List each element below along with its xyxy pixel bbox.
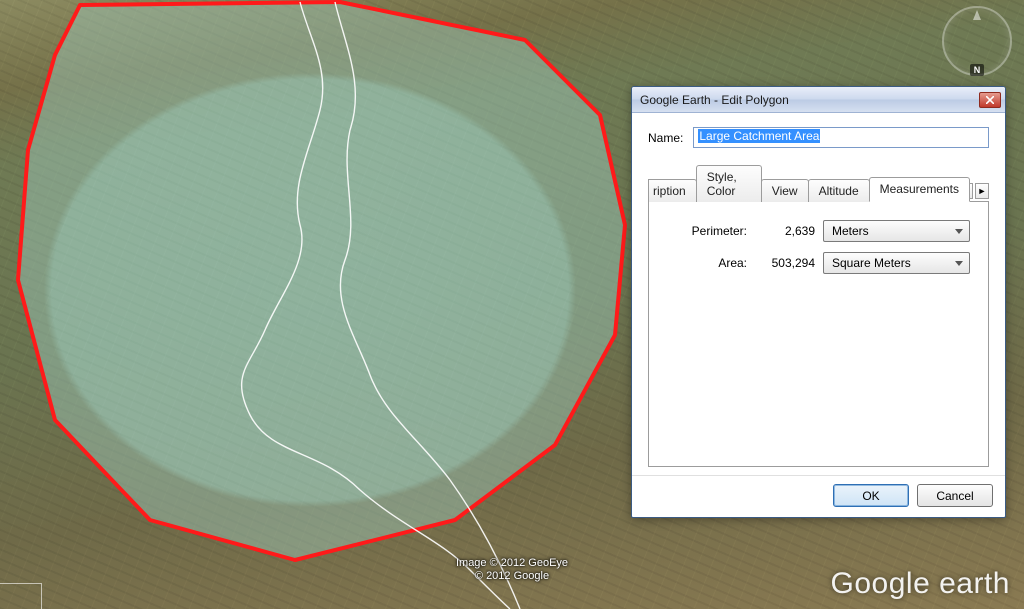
tab-measurements[interactable]: Measurements bbox=[869, 177, 970, 202]
compass-north-label: N bbox=[970, 64, 985, 76]
perimeter-unit-value: Meters bbox=[832, 224, 869, 238]
tab-strip: ription Style, Color View Altitude Measu… bbox=[648, 164, 989, 202]
watermark-brand: Google bbox=[831, 567, 931, 600]
tab-scroll-right[interactable]: ► bbox=[975, 183, 989, 199]
watermark-product: earth bbox=[930, 567, 1010, 600]
dialog-body: Name: Large Catchment Area ription Style… bbox=[632, 113, 1005, 475]
compass-widget[interactable]: N bbox=[942, 6, 1012, 76]
imagery-attribution: Image © 2012 GeoEye © 2012 Google bbox=[456, 557, 568, 585]
perimeter-label: Perimeter: bbox=[667, 224, 747, 238]
perimeter-unit-select[interactable]: Meters bbox=[823, 220, 970, 242]
scale-corner bbox=[0, 583, 42, 609]
google-earth-watermark: Google earth bbox=[831, 567, 1010, 601]
name-input-value: Large Catchment Area bbox=[698, 129, 820, 143]
ok-button[interactable]: OK bbox=[833, 484, 909, 507]
dialog-button-bar: OK Cancel bbox=[632, 475, 1005, 517]
edit-polygon-dialog: Google Earth - Edit Polygon Name: Large … bbox=[631, 86, 1006, 518]
tab-style-color[interactable]: Style, Color bbox=[696, 165, 762, 202]
close-icon bbox=[986, 96, 994, 104]
dialog-title: Google Earth - Edit Polygon bbox=[640, 93, 979, 107]
tab-view[interactable]: View bbox=[761, 179, 809, 202]
perimeter-row: Perimeter: 2,639 Meters bbox=[667, 220, 970, 242]
cancel-button[interactable]: Cancel bbox=[917, 484, 993, 507]
area-unit-select[interactable]: Square Meters bbox=[823, 252, 970, 274]
area-unit-value: Square Meters bbox=[832, 256, 911, 270]
area-row: Area: 503,294 Square Meters bbox=[667, 252, 970, 274]
name-input[interactable]: Large Catchment Area bbox=[693, 127, 989, 148]
attribution-line: © 2012 Google bbox=[456, 570, 568, 584]
area-label: Area: bbox=[667, 256, 747, 270]
name-label: Name: bbox=[648, 131, 683, 145]
tab-description[interactable]: ription bbox=[648, 179, 697, 202]
attribution-line: Image © 2012 GeoEye bbox=[456, 557, 568, 571]
tab-altitude[interactable]: Altitude bbox=[808, 179, 870, 202]
chevron-down-icon bbox=[955, 229, 963, 234]
chevron-down-icon bbox=[955, 261, 963, 266]
area-value: 503,294 bbox=[755, 256, 815, 270]
close-button[interactable] bbox=[979, 92, 1001, 108]
dialog-titlebar[interactable]: Google Earth - Edit Polygon bbox=[632, 87, 1005, 113]
name-row: Name: Large Catchment Area bbox=[648, 127, 989, 148]
measurements-panel: Perimeter: 2,639 Meters Area: 503,294 Sq… bbox=[648, 202, 989, 467]
perimeter-value: 2,639 bbox=[755, 224, 815, 238]
